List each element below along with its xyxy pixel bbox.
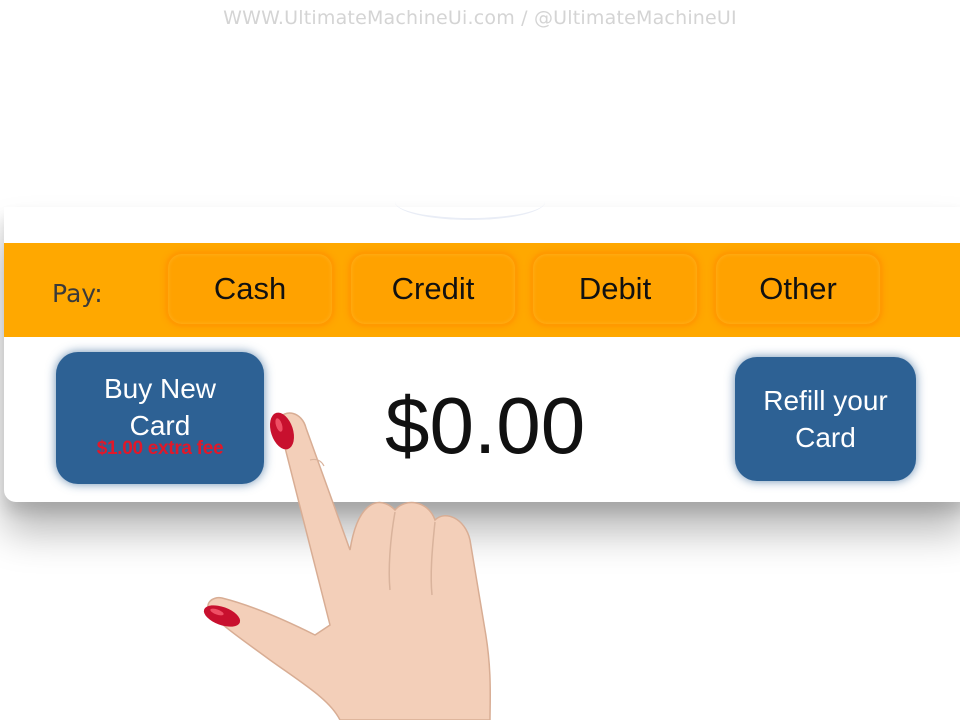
watermark: WWW.UltimateMachineUi.com / @UltimateMac… bbox=[223, 7, 737, 29]
refill-card-label-line1: Refill your bbox=[763, 385, 888, 416]
hand-palm bbox=[207, 412, 492, 720]
refill-card-button[interactable]: Refill your Card bbox=[735, 357, 916, 481]
refill-card-label-line2: Card bbox=[795, 422, 856, 453]
pointing-hand-icon bbox=[203, 412, 492, 720]
pay-other-button[interactable]: Other bbox=[714, 252, 882, 326]
pay-cash-button[interactable]: Cash bbox=[166, 252, 334, 326]
pay-label: Pay: bbox=[52, 279, 103, 308]
pay-debit-button[interactable]: Debit bbox=[531, 252, 699, 326]
pay-credit-button[interactable]: Credit bbox=[349, 252, 517, 326]
